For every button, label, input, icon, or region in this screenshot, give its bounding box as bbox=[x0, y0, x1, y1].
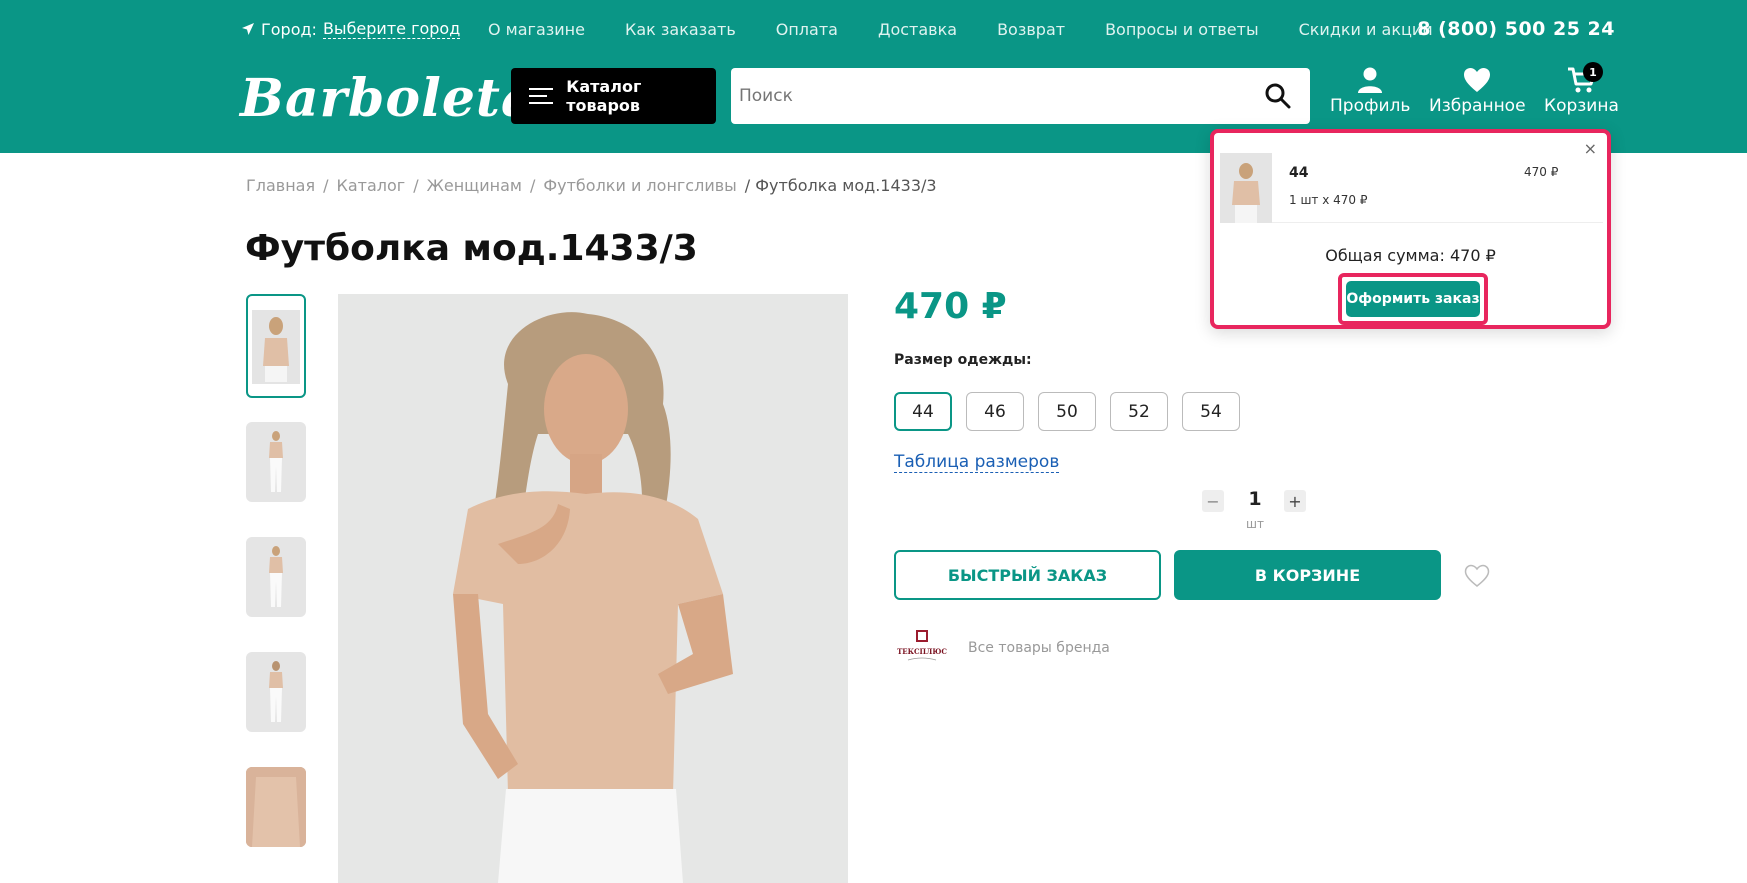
cart-item: 44 1 шт x 470 ₽ 470 ₽ bbox=[1220, 153, 1603, 223]
nav-returns[interactable]: Возврат bbox=[997, 20, 1065, 39]
cart-total: Общая сумма: 470 ₽ bbox=[1214, 246, 1607, 265]
catalog-button[interactable]: Каталог товаров bbox=[511, 68, 716, 124]
size-label: Размер одежды: bbox=[894, 352, 1032, 368]
size-option-44[interactable]: 44 bbox=[894, 392, 952, 431]
profile-label: Профиль bbox=[1330, 96, 1411, 116]
favorites-link[interactable]: Избранное bbox=[1429, 66, 1526, 116]
heart-outline-icon[interactable] bbox=[1464, 564, 1490, 588]
cart-item-qty: 1 шт x 470 ₽ bbox=[1289, 193, 1368, 207]
size-option-52[interactable]: 52 bbox=[1110, 392, 1168, 431]
nav-faq[interactable]: Вопросы и ответы bbox=[1105, 20, 1259, 39]
size-options: 44 46 50 52 54 bbox=[894, 392, 1240, 431]
brand-logo: ТЕКСПЛЮС bbox=[894, 628, 950, 668]
heart-icon bbox=[1464, 68, 1491, 92]
top-bar: Город: Выберите город О магазине Как зак… bbox=[0, 0, 1747, 60]
breadcrumb-current: / Футболка мод.1433/3 bbox=[744, 176, 937, 195]
cart-popup: × 44 1 шт x 470 ₽ 470 ₽ Общая сумма: 470… bbox=[1210, 129, 1611, 329]
search-input[interactable] bbox=[731, 68, 1251, 124]
thumbnail-3[interactable] bbox=[246, 537, 306, 617]
quantity-value[interactable]: 1 bbox=[1240, 488, 1270, 510]
brand-link[interactable]: Все товары бренда bbox=[968, 640, 1110, 656]
product-price: 470 ₽ bbox=[894, 286, 1007, 327]
brand-block[interactable]: ТЕКСПЛЮС Все товары бренда bbox=[894, 628, 1110, 668]
profile-link[interactable]: Профиль bbox=[1330, 66, 1410, 116]
user-icon bbox=[1358, 67, 1383, 93]
phone-number[interactable]: 8 (800) 500 25 24 bbox=[1417, 18, 1615, 40]
catalog-label: Каталог товаров bbox=[566, 77, 642, 115]
menu-icon bbox=[529, 88, 553, 104]
size-option-50[interactable]: 50 bbox=[1038, 392, 1096, 431]
city-prefix: Город: bbox=[261, 19, 317, 39]
favorites-label: Избранное bbox=[1429, 96, 1526, 116]
nav-how-to-order[interactable]: Как заказать bbox=[625, 20, 736, 39]
quantity-minus-button[interactable]: − bbox=[1202, 490, 1224, 512]
search-bar bbox=[731, 68, 1310, 124]
location-arrow-icon bbox=[242, 23, 254, 35]
quantity-stepper: − 1 + шт bbox=[1202, 486, 1306, 546]
quantity-plus-button[interactable]: + bbox=[1284, 490, 1306, 512]
breadcrumb-women[interactable]: Женщинам bbox=[427, 176, 522, 195]
quantity-unit: шт bbox=[1246, 517, 1264, 531]
breadcrumb-home[interactable]: Главная bbox=[246, 176, 315, 195]
cart-item-price: 470 ₽ bbox=[1524, 165, 1559, 179]
size-option-54[interactable]: 54 bbox=[1182, 392, 1240, 431]
city-link[interactable]: Выберите город bbox=[322, 19, 461, 39]
thumbnail-4[interactable] bbox=[246, 652, 306, 732]
cart-total-value: 470 ₽ bbox=[1449, 246, 1496, 265]
nav-delivery[interactable]: Доставка bbox=[878, 20, 957, 39]
nav-payment[interactable]: Оплата bbox=[776, 20, 838, 39]
search-icon[interactable] bbox=[1264, 82, 1292, 110]
cart-item-name[interactable]: 44 bbox=[1289, 165, 1308, 181]
quick-order-button[interactable]: БЫСТРЫЙ ЗАКАЗ bbox=[894, 550, 1161, 600]
cart-item-thumbnail[interactable] bbox=[1220, 153, 1272, 223]
breadcrumb-tshirts[interactable]: Футболки и лонгсливы bbox=[543, 176, 736, 195]
in-cart-button[interactable]: В КОРЗИНЕ bbox=[1174, 550, 1441, 600]
thumbnail-2[interactable] bbox=[246, 422, 306, 502]
checkout-highlight: Оформить заказ bbox=[1338, 273, 1488, 325]
thumbnail-5[interactable] bbox=[246, 767, 306, 847]
nav-discounts[interactable]: Скидки и акции bbox=[1299, 20, 1433, 39]
page-title: Футболка мод.1433/3 bbox=[245, 228, 698, 269]
cart-count-badge: 1 bbox=[1583, 62, 1603, 82]
breadcrumb: Главная / Каталог / Женщинам / Футболки и л… bbox=[246, 176, 937, 195]
size-table-link[interactable]: Таблица размеров bbox=[894, 452, 1060, 473]
thumbnail-1[interactable] bbox=[246, 294, 306, 398]
breadcrumb-catalog[interactable]: Каталог bbox=[337, 176, 406, 195]
size-option-46[interactable]: 46 bbox=[966, 392, 1024, 431]
cart-total-label: Общая сумма: bbox=[1325, 246, 1445, 265]
top-nav: О магазине Как заказать Оплата Доставка … bbox=[488, 20, 1433, 39]
nav-about[interactable]: О магазине bbox=[488, 20, 585, 39]
cart-label: Корзина bbox=[1544, 96, 1619, 116]
svg-text:ТЕКСПЛЮС: ТЕКСПЛЮС bbox=[897, 647, 947, 656]
cart-link[interactable]: Корзина bbox=[1544, 66, 1619, 116]
city-selector[interactable]: Город: Выберите город bbox=[241, 19, 461, 39]
checkout-button[interactable]: Оформить заказ bbox=[1346, 281, 1480, 317]
site-logo[interactable]: Barboleta bbox=[240, 68, 536, 129]
product-main-image[interactable] bbox=[338, 294, 848, 883]
